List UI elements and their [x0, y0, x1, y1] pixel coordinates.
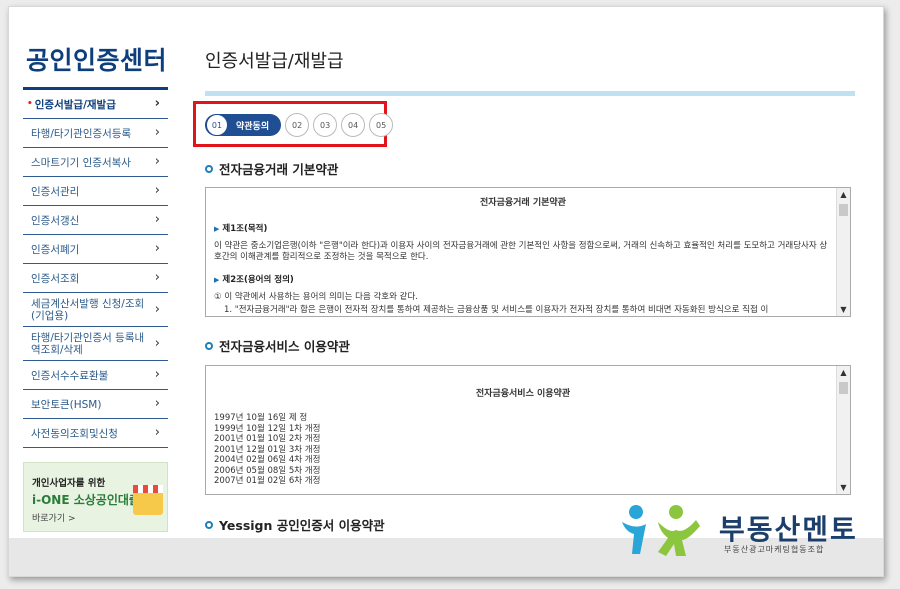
step-03: 03 — [313, 113, 338, 137]
terms-body: 전자금융서비스 이용약관 1997년 10월 16일 제 정 1999년 10월… — [214, 366, 832, 494]
triangle-right-icon: ▶ — [214, 276, 220, 284]
chevron-right-icon: › — [154, 367, 160, 383]
sidebar-item-label: 스마트기기 인증서복사 — [31, 156, 131, 169]
page-title: 인증서발급/재발급 — [205, 51, 344, 72]
people-logo-icon — [622, 505, 700, 556]
bullet-icon — [205, 520, 213, 529]
revision-line: 2004년 02월 06일 4차 개정 — [214, 455, 321, 465]
terms-box-efinance-service[interactable]: 전자금융서비스 이용약관 1997년 10월 16일 제 정 1999년 10월… — [205, 365, 851, 495]
sidebar-item-fee-refund[interactable]: 인증서수수료환불 › — [23, 361, 168, 390]
sidebar-item-label: 보안토큰(HSM) — [31, 398, 102, 411]
step-04: 04 — [341, 113, 366, 137]
sidebar-item-issue-reissue[interactable]: • 인증서발급/재발급 › — [23, 90, 168, 119]
chevron-right-icon: › — [154, 270, 160, 286]
sidebar-item-label: 타행/타기관인증서등록 — [31, 127, 132, 140]
sidebar-item-label: 인증서조회 — [31, 272, 80, 285]
chevron-right-icon: › — [154, 183, 160, 199]
watermark-subtext: 부동산광고마케팅협동조합 — [724, 545, 825, 554]
chevron-right-icon: › — [154, 96, 160, 112]
sidebar-item-other-bank-history[interactable]: 타행/타기관인증서 등록내역조회/삭제 › — [23, 327, 168, 361]
scroll-thumb[interactable] — [839, 382, 848, 394]
revision-line: 1999년 10월 12일 1차 개정 — [214, 423, 321, 434]
section-title-text: 전자금융서비스 이용약관 — [219, 339, 350, 354]
article-text: 이 약관은 중소기업은행(이하 "은행"이라 한다)과 이용자 사이의 전자금융… — [214, 241, 828, 262]
section-title: Yessign 공인인증서 이용약관 — [205, 515, 385, 534]
site-logo[interactable]: 공인인증센터 — [26, 41, 168, 77]
step-02: 02 — [285, 113, 310, 137]
sidebar-item-tax-invoice[interactable]: 세금계산서발행 신청/조회(기업용) › — [23, 293, 168, 327]
chevron-right-icon: › — [154, 212, 160, 228]
step-number: 01 — [206, 114, 228, 136]
section-title-text: 전자금융거래 기본약관 — [219, 162, 339, 177]
watermark-text: 부동산멘토 — [719, 513, 858, 546]
watermark: 부동산멘토 부동산광고마케팅협동조합 — [614, 500, 874, 560]
chevron-right-icon: › — [154, 154, 160, 170]
terms-box-efinance-basic[interactable]: 전자금융거래 기본약관 ▶ 제1조(목적) 이 약관은 중소기업은행(이하 "은행… — [205, 187, 851, 317]
bullet-icon — [205, 341, 213, 350]
chevron-right-icon: › — [154, 301, 160, 317]
step-label: 약관동의 — [236, 121, 270, 132]
article-heading: ▶ 제1조(목적) — [214, 224, 268, 234]
sidebar-item-label: 세금계산서발행 신청/조회(기업용) — [31, 297, 145, 322]
chevron-right-icon: › — [154, 241, 160, 257]
active-marker-icon: • — [27, 99, 33, 109]
sidebar-item-smart-device-copy[interactable]: 스마트기기 인증서복사 › — [23, 148, 168, 177]
sidebar-item-cert-manage[interactable]: 인증서관리 › — [23, 177, 168, 206]
scroll-up-icon[interactable]: ▲ — [837, 368, 850, 377]
scroll-down-icon[interactable]: ▼ — [837, 483, 850, 492]
revision-line: 2006년 05월 08일 5차 개정 — [214, 465, 321, 476]
terms-doc-title: 전자금융거래 기본약관 — [480, 198, 566, 208]
revision-history: 1997년 10월 16일 제 정 1999년 10월 12일 1차 개정 20… — [214, 413, 832, 487]
main-content: 인증서발급/재발급 01 약관동의 02 03 04 05 전자금융거래 기본약… — [193, 13, 855, 533]
sidebar: 공인인증센터 • 인증서발급/재발급 › 타행/타기관인증서등록 › 스마트기기 인증… — [23, 13, 168, 532]
article-item: 1. "전자금융거래"라 함은 은행이 전자적 장치를 통하여 제공하는 금융상… — [224, 305, 769, 315]
sidebar-item-cert-revoke[interactable]: 인증서폐기 › — [23, 235, 168, 264]
page: 공인인증센터 • 인증서발급/재발급 › 타행/타기관인증서등록 › 스마트기기 인증… — [19, 13, 875, 538]
chevron-right-icon: › — [154, 396, 160, 412]
scroll-up-icon[interactable]: ▲ — [837, 190, 850, 199]
section-title-text: Yessign 공인인증서 이용약관 — [219, 518, 385, 533]
shop-illustration-icon — [133, 485, 163, 515]
sidebar-item-label: 인증서갱신 — [31, 214, 80, 227]
sidebar-item-cert-renew[interactable]: 인증서갱신 › — [23, 206, 168, 235]
title-divider — [205, 91, 855, 96]
sidebar-item-hsm[interactable]: 보안토큰(HSM) › — [23, 390, 168, 419]
step-indicator: 01 약관동의 02 03 04 05 — [205, 113, 394, 137]
scrollbar[interactable]: ▲ ▼ — [836, 366, 850, 494]
sidebar-item-label: 사전동의조회및신청 — [31, 427, 118, 440]
sidebar-item-cert-lookup[interactable]: 인증서조회 › — [23, 264, 168, 293]
terms-doc-title: 전자금융서비스 이용약관 — [475, 389, 571, 399]
step-active: 01 약관동의 — [205, 114, 282, 136]
article-text: ① 이 약관에서 사용하는 용어의 의미는 다음 각호와 같다. — [214, 292, 418, 302]
revision-line: 1997년 10월 16일 제 정 — [214, 413, 308, 423]
scroll-thumb[interactable] — [839, 204, 848, 216]
sidebar-item-label: 인증서수수료환불 — [31, 369, 109, 382]
sidebar-item-label: 인증서폐기 — [31, 243, 80, 256]
sidebar-item-label: 인증서관리 — [31, 185, 80, 198]
section-title: 전자금융서비스 이용약관 — [205, 336, 350, 355]
revision-line: 2001년 01월 10일 2차 개정 — [214, 434, 321, 444]
triangle-right-icon: ▶ — [214, 225, 220, 233]
screenshot-frame: 공인인증센터 • 인증서발급/재발급 › 타행/타기관인증서등록 › 스마트기기 인증… — [8, 6, 884, 577]
scrollbar[interactable]: ▲ ▼ — [836, 188, 850, 316]
revision-line: 2007년 01월 02일 6차 개정 — [214, 476, 321, 486]
sidebar-item-other-bank-register[interactable]: 타행/타기관인증서등록 › — [23, 119, 168, 148]
article-heading: ▶ 제2조(용어의 정의) — [214, 275, 294, 285]
bullet-icon — [205, 164, 213, 173]
sidebar-item-consent[interactable]: 사전동의조회및신청 › — [23, 419, 168, 448]
sidebar-item-label: 타행/타기관인증서 등록내역조회/삭제 — [31, 331, 145, 356]
revision-line: 2001년 12월 01일 3차 개정 — [214, 444, 321, 455]
sidebar-item-label: 인증서발급/재발급 — [34, 98, 116, 111]
scroll-down-icon[interactable]: ▼ — [837, 305, 850, 314]
terms-body: 전자금융거래 기본약관 ▶ 제1조(목적) 이 약관은 중소기업은행(이하 "은행… — [214, 188, 832, 316]
step-05: 05 — [369, 113, 394, 137]
sidebar-menu: • 인증서발급/재발급 › 타행/타기관인증서등록 › 스마트기기 인증서복사 › 인증… — [23, 90, 168, 448]
chevron-right-icon: › — [154, 425, 160, 441]
section-title: 전자금융거래 기본약관 — [205, 159, 338, 178]
loan-banner[interactable]: 개인사업자를 위한 i-ONE 소상공인대출 바로가기 > — [23, 462, 168, 532]
chevron-right-icon: › — [154, 125, 160, 141]
chevron-right-icon: › — [154, 335, 160, 351]
